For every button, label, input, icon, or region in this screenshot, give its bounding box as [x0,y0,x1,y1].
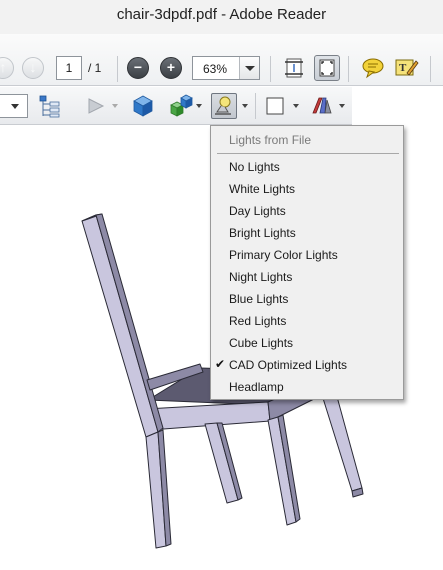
chevron-down-icon[interactable] [239,57,259,79]
page-total-label: / 1 [88,61,102,75]
up-arrow-icon[interactable]: ↑ [0,57,14,79]
chevron-down-icon[interactable] [293,104,299,108]
svg-text:T: T [399,62,407,74]
3d-toolbar [0,87,352,125]
menu-item-blue-lights[interactable]: Blue Lights [215,288,399,310]
plus-icon[interactable]: + [160,57,182,79]
speech-bubble-icon[interactable] [360,55,386,81]
toolbar-divider [348,56,349,82]
down-arrow-icon[interactable]: ↓ [22,57,44,79]
menu-item-label: Red Lights [229,314,287,328]
zoom-value: 63% [203,62,228,76]
checkmark-icon: ✔ [215,357,226,371]
toolbar-divider [270,56,271,82]
cube-icon[interactable] [130,93,156,119]
chevron-down-icon[interactable] [112,104,118,108]
zoom-select[interactable]: 63% [192,56,260,80]
menu-item-primary-color-lights[interactable]: Primary Color Lights [215,244,399,266]
menu-item-label: Night Lights [229,270,293,284]
play-icon[interactable] [83,93,109,119]
page-number-input[interactable]: 1 [56,56,82,80]
menu-item-label: Blue Lights [229,292,289,306]
fit-width-icon[interactable] [314,55,340,81]
menu-item-night-lights[interactable]: Night Lights [215,266,399,288]
render-mode-icon[interactable] [307,93,333,119]
toolbar-divider [430,56,431,82]
color-swatch-icon[interactable] [263,93,289,119]
menu-item-headlamp[interactable]: Headlamp [215,376,399,398]
menu-item-label: CAD Optimized Lights [229,358,348,372]
minus-icon[interactable]: − [127,57,149,79]
model-tree-icon[interactable] [37,93,63,119]
menu-item-no-lights[interactable]: No Lights [215,156,399,178]
main-toolbar: ↑ ↓ 1 / 1 − + 63% T [0,34,443,86]
menu-item-label: White Lights [229,182,296,196]
view-select[interactable] [0,94,28,118]
menu-item-label: Headlamp [229,380,284,394]
chevron-down-icon[interactable] [339,104,345,108]
chevron-down-icon[interactable] [196,104,202,108]
cubes-icon[interactable] [165,93,193,119]
menu-header: Lights from File [229,133,312,147]
menu-item-label: Bright Lights [229,226,296,240]
menu-item-red-lights[interactable]: Red Lights [215,310,399,332]
fit-page-icon[interactable] [281,55,307,81]
menu-item-bright-lights[interactable]: Bright Lights [215,222,399,244]
menu-item-label: Cube Lights [229,336,294,350]
menu-item-cube-lights[interactable]: Cube Lights [215,332,399,354]
menu-item-cad-optimized-lights[interactable]: ✔ CAD Optimized Lights [215,354,399,376]
menu-item-white-lights[interactable]: White Lights [215,178,399,200]
chevron-down-icon[interactable] [242,104,248,108]
title-bar: chair-3dpdf.pdf - Adobe Reader [0,0,443,34]
lamp-icon[interactable] [211,93,237,119]
pen-note-icon[interactable]: T [393,55,419,81]
menu-item-label: No Lights [229,160,280,174]
window-title: chair-3dpdf.pdf - Adobe Reader [116,6,327,23]
menu-item-day-lights[interactable]: Day Lights [215,200,399,222]
menu-item-label: Day Lights [229,204,286,218]
menu-divider [217,153,399,154]
menu-item-label: Primary Color Lights [229,248,338,262]
toolbar-divider [117,56,118,82]
toolbar-divider [255,93,256,119]
lights-dropdown-menu: Lights from File No Lights White Lights … [210,125,404,400]
